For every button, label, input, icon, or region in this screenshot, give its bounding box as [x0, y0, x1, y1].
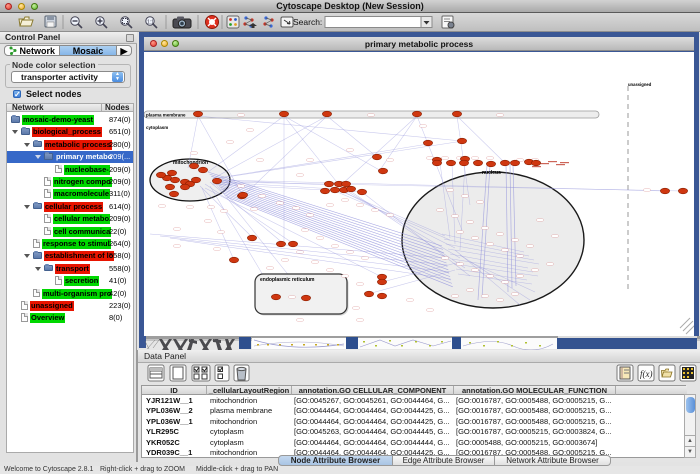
svg-text:Search:: Search: — [293, 17, 322, 27]
svg-text:nucleus: nucleus — [482, 170, 501, 176]
svg-text:cytoplasm: cytoplasm — [146, 125, 168, 130]
svg-text:plasma membrane: plasma membrane — [146, 113, 186, 118]
svg-text:endoplasmic reticulum: endoplasmic reticulum — [260, 277, 315, 283]
svg-text:f(x): f(x) — [640, 369, 653, 379]
svg-text:1:1: 1:1 — [147, 20, 154, 26]
svg-text:unassigned: unassigned — [628, 82, 652, 87]
